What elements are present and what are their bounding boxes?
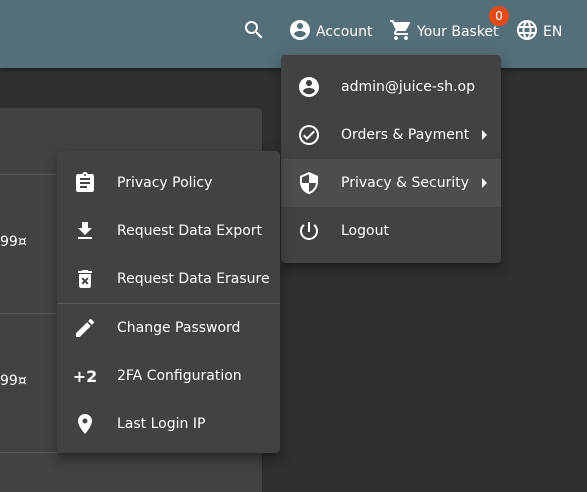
- account-circle-icon: [297, 75, 321, 99]
- account-menu: admin@juice-sh.op Orders & Payment Priva…: [281, 55, 501, 263]
- menu-item-label: admin@juice-sh.op: [341, 79, 475, 95]
- language-button[interactable]: EN: [515, 0, 562, 64]
- menu-item-privacy-policy[interactable]: Privacy Policy: [57, 159, 280, 207]
- menu-item-change-password[interactable]: Change Password: [57, 304, 280, 352]
- menu-item-label: Privacy Policy: [117, 175, 213, 191]
- menu-item-label: Request Data Export: [117, 223, 263, 239]
- language-label: EN: [543, 24, 563, 40]
- caret-right-icon: [482, 178, 487, 188]
- plus-two-icon: +2: [72, 366, 98, 386]
- assignment-icon: [73, 171, 97, 195]
- location-pin-icon: [73, 412, 97, 436]
- menu-item-last-login-ip[interactable]: Last Login IP: [57, 400, 280, 448]
- search-icon: [242, 18, 266, 46]
- menu-item-label: Logout: [341, 223, 389, 239]
- menu-item-label: Orders & Payment: [341, 127, 470, 143]
- menu-item-label: Request Data Erasure: [117, 271, 270, 287]
- download-icon: [73, 219, 97, 243]
- menu-item-request-data-export[interactable]: Request Data Export: [57, 207, 280, 255]
- privacy-security-menu: Privacy Policy Request Data Export Reque…: [57, 151, 280, 453]
- account-circle-icon: [288, 18, 312, 46]
- menu-item-email[interactable]: admin@juice-sh.op: [281, 63, 501, 111]
- power-icon: [297, 219, 321, 243]
- cart-icon: [389, 18, 413, 46]
- menu-item-logout[interactable]: Logout: [281, 207, 501, 255]
- account-label: Account: [316, 24, 373, 40]
- search-button[interactable]: [242, 0, 266, 64]
- caret-right-icon: [482, 130, 487, 140]
- menu-item-label: Privacy & Security: [341, 175, 469, 191]
- menu-item-label: 2FA Configuration: [117, 368, 242, 384]
- menu-item-orders-payment[interactable]: Orders & Payment: [281, 111, 501, 159]
- shield-icon: [297, 171, 321, 195]
- menu-item-privacy-security[interactable]: Privacy & Security: [281, 159, 501, 207]
- globe-icon: [515, 18, 539, 46]
- pencil-icon: [73, 316, 97, 340]
- row-price: 99¤: [0, 373, 27, 389]
- menu-item-label: Change Password: [117, 320, 241, 336]
- basket-label: Your Basket: [417, 24, 499, 40]
- menu-item-label: Last Login IP: [117, 416, 206, 432]
- menu-item-2fa-configuration[interactable]: +2 2FA Configuration: [57, 352, 280, 400]
- basket-count-badge: 0: [489, 6, 509, 26]
- row-price: 99¤: [0, 234, 27, 250]
- menu-item-request-data-erasure[interactable]: Request Data Erasure: [57, 255, 280, 303]
- check-circle-icon: [297, 123, 321, 147]
- delete-forever-icon: [73, 267, 97, 291]
